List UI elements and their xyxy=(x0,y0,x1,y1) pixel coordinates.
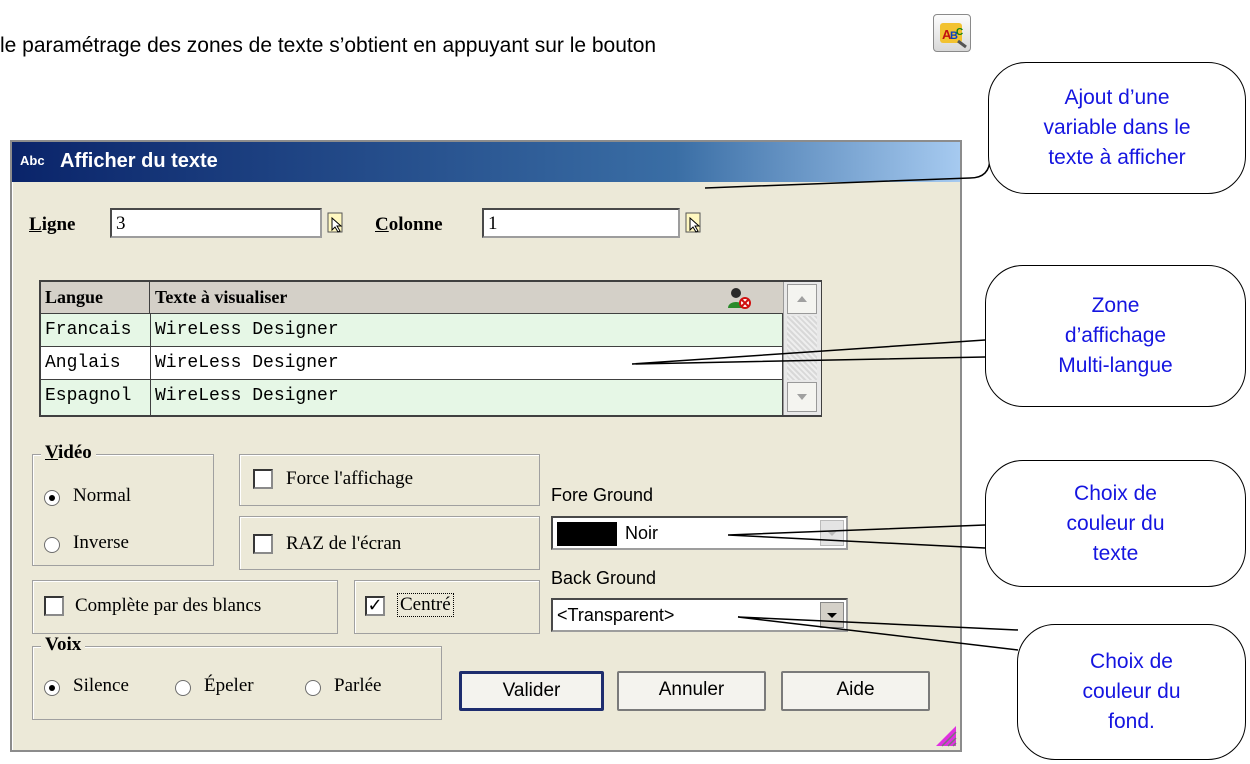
callout-couleur-texte-line-1: Choix de xyxy=(1074,481,1157,505)
callout-multilangue-line-3: Multi-langue xyxy=(1058,354,1173,377)
callout-zone-multilangue: Zone d’affichage Multi-langue xyxy=(985,265,1246,407)
callout-variable-line-2: variable dans le xyxy=(1043,116,1191,139)
callout-couleur-texte-line-2: couleur du xyxy=(1066,511,1165,535)
callout-couleur-fond-line-2: couleur du xyxy=(1082,680,1181,703)
callout-multilangue-line-1: Zone xyxy=(1091,294,1140,317)
callout-variable-line-3: texte à afficher xyxy=(1048,146,1186,169)
callout-multilangue-line-2: d’affichage xyxy=(1064,324,1167,347)
callout-variable-line-1: Ajout d’une xyxy=(1064,86,1170,109)
callout-couleur-fond: Choix de couleur du fond. xyxy=(1017,624,1246,760)
callout-ajout-variable: Ajout d’une variable dans le texte à aff… xyxy=(988,62,1246,194)
callout-couleur-fond-line-3: fond. xyxy=(1108,710,1155,733)
callout-couleur-texte-line-3: texte xyxy=(1092,541,1139,565)
callout-couleur-texte: Choix de couleur du texte xyxy=(985,460,1246,587)
callout-couleur-fond-line-1: Choix de xyxy=(1090,650,1173,673)
